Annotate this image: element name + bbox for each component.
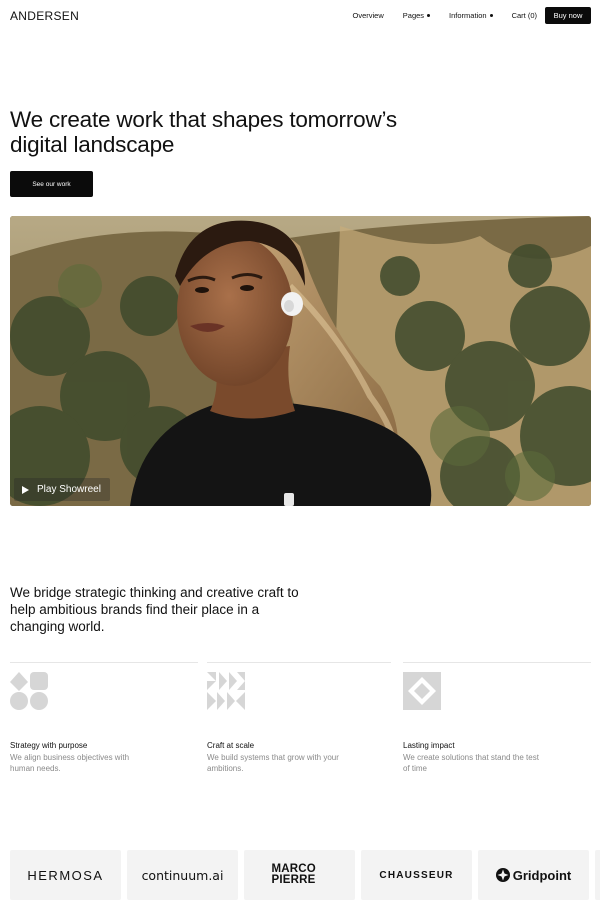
feature-strategy: Strategy with purpose We align business …	[10, 662, 198, 773]
diamond-square-icon	[403, 672, 441, 710]
shapes-icon	[10, 672, 48, 710]
gridpoint-logo-icon	[495, 868, 510, 882]
client-logo-hermosa: HERMOSA	[10, 850, 121, 900]
buy-now-button[interactable]: Buy now	[545, 7, 591, 24]
hero-image[interactable]	[10, 216, 591, 506]
brand-logo[interactable]: ANDERSEN	[10, 9, 79, 23]
feature-impact: Lasting impact We create solutions that …	[403, 662, 591, 773]
feature-title: Strategy with purpose	[10, 741, 88, 750]
feature-divider	[403, 662, 591, 663]
nav-item-label: Cart (0)	[511, 11, 537, 20]
feature-title: Lasting impact	[403, 741, 455, 750]
nav-item-information[interactable]: Information	[449, 11, 493, 20]
client-logo-continuum: continuum.ai	[127, 850, 238, 900]
nav-item-overview[interactable]: Overview	[353, 11, 384, 20]
feature-description: We align business objectives with human …	[10, 753, 130, 773]
client-logo-text: CHAUSSEUR	[379, 869, 454, 881]
nav-item-label: Information	[449, 11, 487, 20]
client-logo-text: Gridpoint	[512, 867, 572, 883]
nav-item-label: Pages	[402, 11, 425, 20]
feature-title: Craft at scale	[207, 741, 255, 750]
client-logo-text: MARCO PIERRE	[271, 863, 316, 886]
nav-links: Overview Pages Information Cart (0) Buy …	[353, 7, 591, 24]
client-logo-text: continuum.ai	[141, 867, 224, 883]
see-our-work-button[interactable]: See our work	[10, 171, 93, 197]
dropdown-dot-icon	[489, 14, 493, 17]
play-showreel-label: Play Showreel	[37, 484, 101, 495]
arrows-grid-icon	[207, 672, 245, 710]
client-logo-partial	[595, 850, 600, 900]
top-nav: ANDERSEN Overview Pages Information Cart…	[0, 0, 600, 32]
hero-title: We create work that shapes tomorrow’s di…	[10, 107, 397, 157]
feature-divider	[207, 662, 391, 663]
nav-item-pages[interactable]: Pages	[402, 11, 431, 20]
feature-description: We build systems that grow with your amb…	[207, 753, 339, 773]
nav-item-cart[interactable]: Cart (0)	[512, 11, 537, 20]
mission-statement: We bridge strategic thinking and creativ…	[10, 585, 299, 634]
hero-photo-illustration	[10, 216, 591, 506]
play-icon	[22, 485, 29, 494]
client-logo-chausseur: CHAUSSEUR	[361, 850, 472, 900]
client-logos: HERMOSA continuum.ai MARCO PIERRE CHAUSS…	[10, 850, 600, 900]
dropdown-dot-icon	[427, 14, 431, 17]
client-logo-text: HERMOSA	[27, 867, 104, 883]
nav-item-label: Overview	[352, 11, 384, 20]
client-logo-gridpoint: Gridpoint	[478, 850, 589, 900]
play-showreel-button[interactable]: Play Showreel	[14, 478, 110, 501]
feature-description: We create solutions that stand the test …	[403, 753, 539, 773]
feature-craft: Craft at scale We build systems that gro…	[207, 662, 391, 773]
feature-divider	[10, 662, 198, 663]
client-logo-marco-pierre: MARCO PIERRE	[244, 850, 355, 900]
